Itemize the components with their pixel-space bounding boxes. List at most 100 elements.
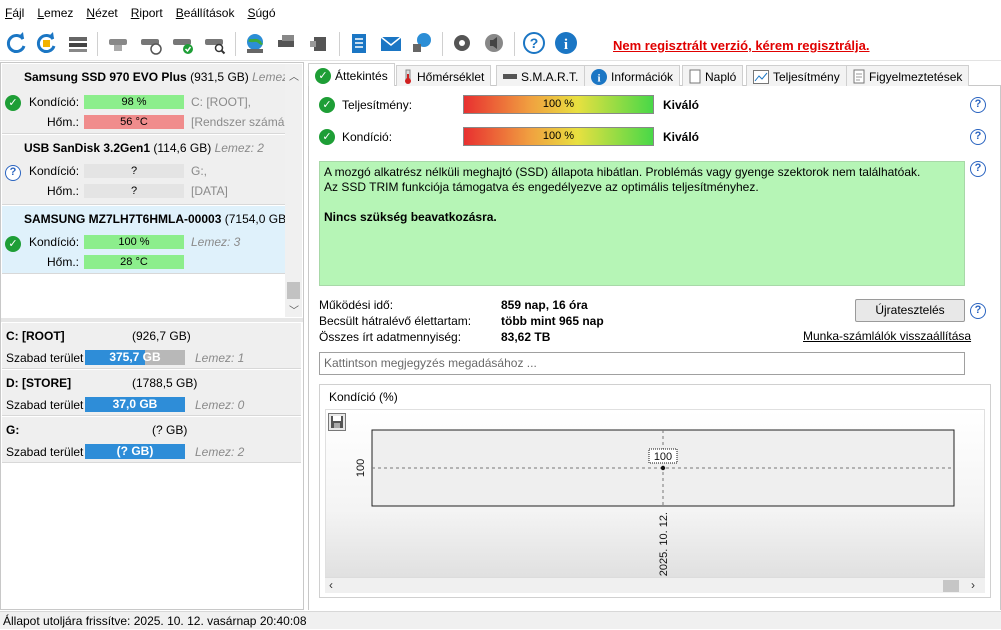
drive-icon (503, 73, 517, 79)
tab-performance[interactable]: Teljesítmény (746, 65, 847, 87)
disk-volumes: G:, (191, 164, 208, 178)
menu-help[interactable]: Súgó (242, 6, 283, 20)
menu-bar: Fájl Lemez Nézet Riport Beállítások Súgó (0, 0, 1001, 26)
info-icon[interactable]: i (553, 30, 579, 56)
tab-overview[interactable]: ✓ Áttekintés (308, 63, 395, 87)
settings-gear-icon[interactable] (449, 30, 475, 56)
disk-name: USB SanDisk 3.2Gen1 (24, 141, 151, 155)
speaker-icon[interactable] (481, 30, 507, 56)
temp-label: Hőm.: (47, 115, 80, 129)
disk-list-icon[interactable] (65, 30, 91, 56)
disk-item[interactable]: Samsung SSD 970 EVO Plus (931,5 GB) Leme… (2, 64, 301, 134)
volume-size: (926,7 GB) (132, 329, 191, 343)
data-point (660, 465, 666, 471)
disk-number: Lemez: 2 (214, 141, 264, 155)
chart-scrollbar[interactable]: ‹ › (325, 577, 985, 593)
help-icon[interactable]: ? (970, 303, 986, 319)
svg-text:?: ? (530, 35, 539, 51)
menu-view[interactable]: Nézet (81, 6, 125, 20)
check-icon: ✓ (319, 97, 335, 113)
help-icon[interactable]: ? (521, 30, 547, 56)
volume-item[interactable]: C: [ROOT] (926,7 GB) Szabad terület 375,… (2, 323, 301, 369)
disk-number: Lemez: 3 (191, 235, 241, 249)
disk-list-scrollbar[interactable]: ︿ ﹀ (285, 64, 302, 317)
scrollbar-thumb[interactable] (287, 282, 300, 299)
scroll-right-icon[interactable]: › (971, 578, 975, 592)
scrollbar-thumb[interactable] (943, 580, 959, 592)
menu-report[interactable]: Riport (126, 6, 171, 20)
action-text: Nincs szükség beavatkozásra. (324, 210, 497, 224)
panel-splitter[interactable] (1, 318, 303, 322)
menu-disk[interactable]: Lemez (32, 6, 81, 20)
check-icon: ✓ (315, 67, 331, 84)
overview-panel: ✓ Teljesítmény: 100 % Kiváló ? ✓ Kondíci… (308, 86, 1001, 610)
tab-smart[interactable]: S.M.A.R.T. (496, 65, 586, 87)
retest-button[interactable]: Újratesztelés (855, 299, 965, 322)
tab-temperature[interactable]: Hőmérséklet (396, 65, 492, 87)
data-label: 100 (654, 451, 672, 463)
health-chart: 100 100 2025. 10. 12. (355, 429, 955, 576)
check-icon: ✓ (5, 95, 21, 111)
health-bar: 98 % (84, 95, 184, 109)
alert-document-icon (853, 69, 865, 84)
tab-log[interactable]: Napló (682, 65, 744, 87)
chart-area: 100 100 2025. 10. 12. (325, 409, 985, 593)
disk-list-panel: Samsung SSD 970 EVO Plus (931,5 GB) Leme… (0, 62, 304, 610)
health-bar: 100 % (84, 235, 184, 249)
help-icon[interactable]: ? (970, 161, 986, 177)
registration-warning-link[interactable]: Nem regisztrált verzió, kérem regisztrál… (613, 38, 870, 53)
check-icon: ✓ (319, 129, 335, 145)
drive-clock-icon[interactable] (138, 30, 164, 56)
refresh-icon[interactable] (3, 30, 29, 56)
note-input[interactable]: Kattintson megjegyzés megadásához ... (319, 352, 965, 375)
uptime-label: Működési idő: (319, 298, 394, 312)
reset-counters-link[interactable]: Munka-számlálók visszaállítása (803, 329, 971, 343)
help-icon[interactable]: ? (970, 97, 986, 113)
uptime-value: 859 nap, 16 óra (501, 298, 588, 312)
network-icon[interactable] (410, 30, 436, 56)
performance-rating: Kiváló (663, 98, 700, 112)
scroll-up-icon[interactable]: ︿ (289, 68, 299, 83)
temp-bar: 28 °C (84, 255, 184, 269)
info-icon: i (591, 68, 607, 85)
disk-capacity: (931,5 GB) (190, 70, 249, 84)
temp-label: Hőm.: (47, 184, 80, 198)
menu-settings[interactable]: Beállítások (171, 6, 243, 20)
free-space-bar: 375,7 GB (85, 350, 185, 365)
status-message-box: A mozgó alkatrész nélküli meghajtó (SSD)… (319, 161, 965, 286)
menu-file[interactable]: Fájl (0, 6, 32, 20)
refresh-all-icon[interactable] (33, 30, 59, 56)
drive-search-icon[interactable] (202, 30, 228, 56)
thermometer-icon (405, 69, 411, 84)
disk-item[interactable]: USB SanDisk 3.2Gen1 (114,6 GB) Lemez: 2 … (2, 135, 285, 205)
lifetime-value: több mint 965 nap (501, 314, 604, 328)
tab-information[interactable]: i Információk (584, 65, 681, 87)
volume-disk-number: Lemez: 0 (195, 398, 245, 412)
usb-drive-icon[interactable] (306, 30, 332, 56)
health-bar: ? (84, 164, 184, 178)
scroll-left-icon[interactable]: ‹ (329, 578, 333, 592)
x-tick-label: 2025. 10. 12. (658, 512, 670, 576)
free-space-bar: (? GB) (85, 444, 185, 459)
health-label: Kondíció: (29, 164, 80, 178)
free-space-label: Szabad terület (6, 398, 84, 412)
drive-ok-icon[interactable] (170, 30, 196, 56)
scroll-down-icon[interactable]: ﹀ (289, 302, 299, 317)
volume-item[interactable]: D: [STORE] (1788,5 GB) Szabad terület 37… (2, 370, 301, 416)
notepad-icon[interactable] (346, 30, 372, 56)
volume-disk-number: Lemez: 2 (195, 445, 245, 459)
volume-item[interactable]: G: (? GB) Szabad terület (? GB) Lemez: 2 (2, 417, 301, 463)
tab-alerts[interactable]: Figyelmeztetések (846, 65, 970, 87)
chart-panel: Kondíció (%) 100 100 2025. 10. 12. ‹ › (319, 384, 991, 598)
written-value: 83,62 TB (501, 330, 551, 344)
help-icon[interactable]: ? (970, 129, 986, 145)
disk-item-selected[interactable]: SAMSUNG MZ7LH7T6HMLA-00003 (7154,0 GB) ✓… (2, 206, 290, 274)
globe-icon[interactable] (242, 30, 268, 56)
free-space-label: Szabad terület (6, 351, 84, 365)
chart-icon (753, 69, 769, 84)
drive-icon[interactable] (105, 30, 131, 56)
check-icon: ✓ (5, 236, 21, 252)
chart-tab-health[interactable]: Kondíció (%) (324, 387, 403, 409)
email-icon[interactable] (378, 30, 404, 56)
network-drive-icon[interactable] (274, 30, 300, 56)
